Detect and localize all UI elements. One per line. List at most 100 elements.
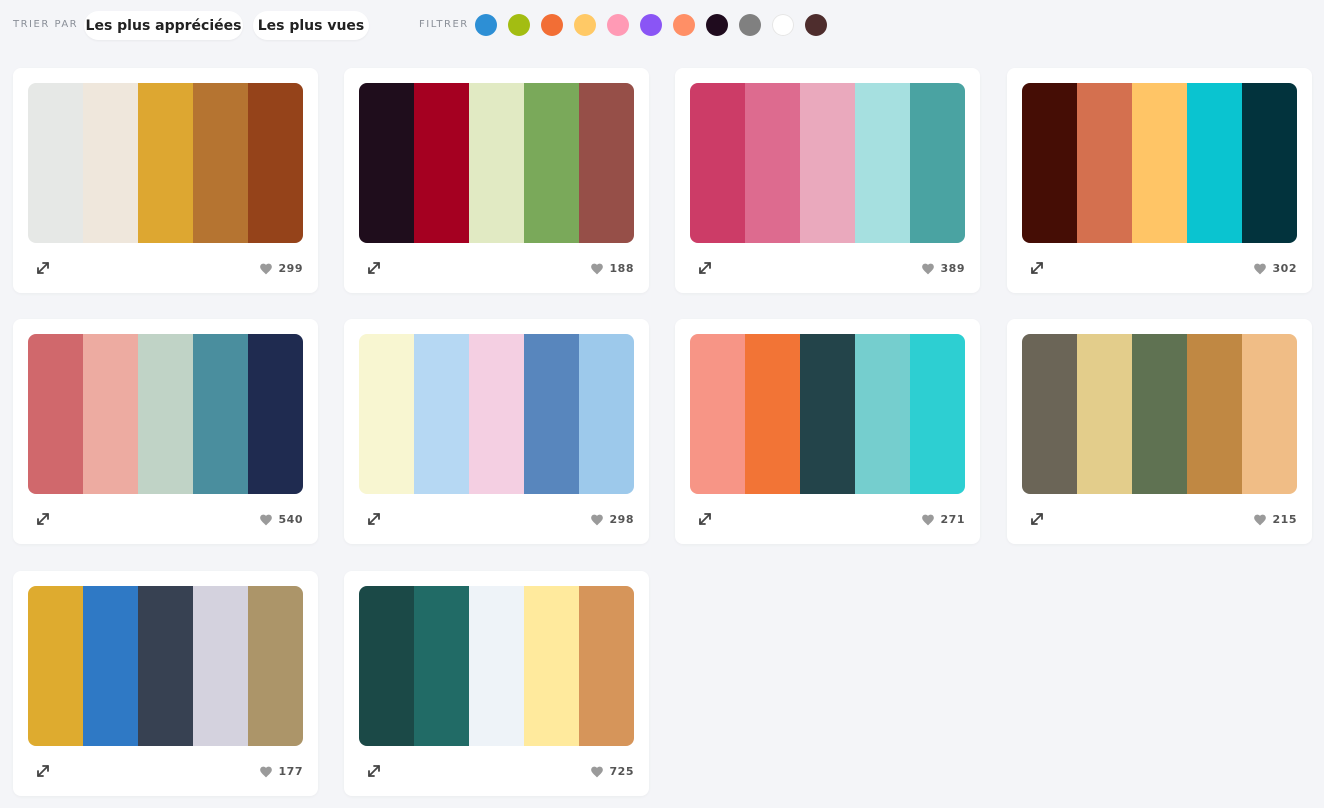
like-button[interactable]: 298 bbox=[590, 512, 634, 526]
palette-preview[interactable] bbox=[359, 586, 634, 746]
palette-color-stripe[interactable] bbox=[579, 83, 634, 243]
color-filter-brown[interactable] bbox=[805, 14, 827, 36]
palette-color-stripe[interactable] bbox=[690, 83, 745, 243]
like-button[interactable]: 389 bbox=[921, 261, 965, 275]
expand-icon[interactable] bbox=[366, 260, 382, 276]
like-count: 215 bbox=[1272, 512, 1297, 526]
palette-color-stripe[interactable] bbox=[1077, 83, 1132, 243]
palette-color-stripe[interactable] bbox=[469, 586, 524, 746]
sort-most-viewed-button[interactable]: Les plus vues bbox=[253, 11, 369, 40]
expand-icon[interactable] bbox=[35, 763, 51, 779]
palette-color-stripe[interactable] bbox=[800, 334, 855, 494]
palette-color-stripe[interactable] bbox=[855, 334, 910, 494]
palette-color-stripe[interactable] bbox=[193, 586, 248, 746]
palette-color-stripe[interactable] bbox=[469, 334, 524, 494]
like-button[interactable]: 215 bbox=[1253, 512, 1297, 526]
color-filter-gray[interactable] bbox=[739, 14, 761, 36]
palette-color-stripe[interactable] bbox=[414, 334, 469, 494]
color-filter-salmon[interactable] bbox=[673, 14, 695, 36]
like-count: 540 bbox=[278, 512, 303, 526]
heart-icon bbox=[590, 765, 604, 778]
palette-preview[interactable] bbox=[28, 83, 303, 243]
palette-color-stripe[interactable] bbox=[745, 83, 800, 243]
palette-color-stripe[interactable] bbox=[359, 83, 414, 243]
palette-color-stripe[interactable] bbox=[193, 334, 248, 494]
palette-color-stripe[interactable] bbox=[524, 334, 579, 494]
like-button[interactable]: 188 bbox=[590, 261, 634, 275]
color-filter-pink[interactable] bbox=[607, 14, 629, 36]
palette-preview[interactable] bbox=[359, 83, 634, 243]
palette-preview[interactable] bbox=[1022, 334, 1297, 494]
palette-color-stripe[interactable] bbox=[524, 83, 579, 243]
expand-icon[interactable] bbox=[697, 511, 713, 527]
palette-color-stripe[interactable] bbox=[138, 586, 193, 746]
palette-color-stripe[interactable] bbox=[414, 586, 469, 746]
palette-color-stripe[interactable] bbox=[910, 83, 965, 243]
palette-color-stripe[interactable] bbox=[579, 334, 634, 494]
palette-card: 725 bbox=[344, 571, 649, 796]
palette-color-stripe[interactable] bbox=[800, 83, 855, 243]
heart-icon bbox=[921, 513, 935, 526]
palette-preview[interactable] bbox=[28, 334, 303, 494]
palette-color-stripe[interactable] bbox=[83, 586, 138, 746]
palette-color-stripe[interactable] bbox=[1187, 83, 1242, 243]
palette-preview[interactable] bbox=[1022, 83, 1297, 243]
like-count: 177 bbox=[278, 764, 303, 778]
palette-color-stripe[interactable] bbox=[1187, 334, 1242, 494]
palette-color-stripe[interactable] bbox=[524, 586, 579, 746]
palette-color-stripe[interactable] bbox=[1132, 334, 1187, 494]
like-button[interactable]: 302 bbox=[1253, 261, 1297, 275]
expand-icon[interactable] bbox=[366, 511, 382, 527]
palette-color-stripe[interactable] bbox=[359, 334, 414, 494]
color-filter-blue[interactable] bbox=[475, 14, 497, 36]
palette-color-stripe[interactable] bbox=[1242, 83, 1297, 243]
color-filter-white[interactable] bbox=[772, 14, 794, 36]
like-button[interactable]: 177 bbox=[259, 764, 303, 778]
palette-color-stripe[interactable] bbox=[1077, 334, 1132, 494]
palette-color-stripe[interactable] bbox=[910, 334, 965, 494]
expand-icon[interactable] bbox=[35, 260, 51, 276]
expand-icon[interactable] bbox=[366, 763, 382, 779]
palette-color-stripe[interactable] bbox=[690, 334, 745, 494]
palette-color-stripe[interactable] bbox=[28, 83, 83, 243]
like-button[interactable]: 725 bbox=[590, 764, 634, 778]
color-filter-purple[interactable] bbox=[640, 14, 662, 36]
color-filter-yellow[interactable] bbox=[574, 14, 596, 36]
palette-color-stripe[interactable] bbox=[469, 83, 524, 243]
like-button[interactable]: 540 bbox=[259, 512, 303, 526]
color-filter-black[interactable] bbox=[706, 14, 728, 36]
palette-color-stripe[interactable] bbox=[138, 334, 193, 494]
expand-icon[interactable] bbox=[1029, 260, 1045, 276]
palette-color-stripe[interactable] bbox=[193, 83, 248, 243]
palette-color-stripe[interactable] bbox=[83, 334, 138, 494]
palette-color-stripe[interactable] bbox=[745, 334, 800, 494]
palette-preview[interactable] bbox=[359, 334, 634, 494]
expand-icon[interactable] bbox=[697, 260, 713, 276]
palette-color-stripe[interactable] bbox=[855, 83, 910, 243]
palette-color-stripe[interactable] bbox=[414, 83, 469, 243]
like-button[interactable]: 271 bbox=[921, 512, 965, 526]
palette-color-stripe[interactable] bbox=[28, 334, 83, 494]
palette-color-stripe[interactable] bbox=[579, 586, 634, 746]
palette-color-stripe[interactable] bbox=[1022, 83, 1077, 243]
expand-icon[interactable] bbox=[35, 511, 51, 527]
sort-most-liked-button[interactable]: Les plus appréciées bbox=[84, 11, 243, 40]
palette-color-stripe[interactable] bbox=[248, 334, 303, 494]
palette-color-stripe[interactable] bbox=[1022, 334, 1077, 494]
palette-preview[interactable] bbox=[28, 586, 303, 746]
palette-preview[interactable] bbox=[690, 334, 965, 494]
palette-color-stripe[interactable] bbox=[1242, 334, 1297, 494]
palette-color-stripe[interactable] bbox=[1132, 83, 1187, 243]
expand-icon[interactable] bbox=[1029, 511, 1045, 527]
palette-color-stripe[interactable] bbox=[83, 83, 138, 243]
color-filter-orange[interactable] bbox=[541, 14, 563, 36]
color-filter-green[interactable] bbox=[508, 14, 530, 36]
palette-color-stripe[interactable] bbox=[138, 83, 193, 243]
like-count: 389 bbox=[940, 261, 965, 275]
palette-color-stripe[interactable] bbox=[28, 586, 83, 746]
like-button[interactable]: 299 bbox=[259, 261, 303, 275]
palette-color-stripe[interactable] bbox=[248, 83, 303, 243]
palette-preview[interactable] bbox=[690, 83, 965, 243]
palette-color-stripe[interactable] bbox=[248, 586, 303, 746]
palette-color-stripe[interactable] bbox=[359, 586, 414, 746]
